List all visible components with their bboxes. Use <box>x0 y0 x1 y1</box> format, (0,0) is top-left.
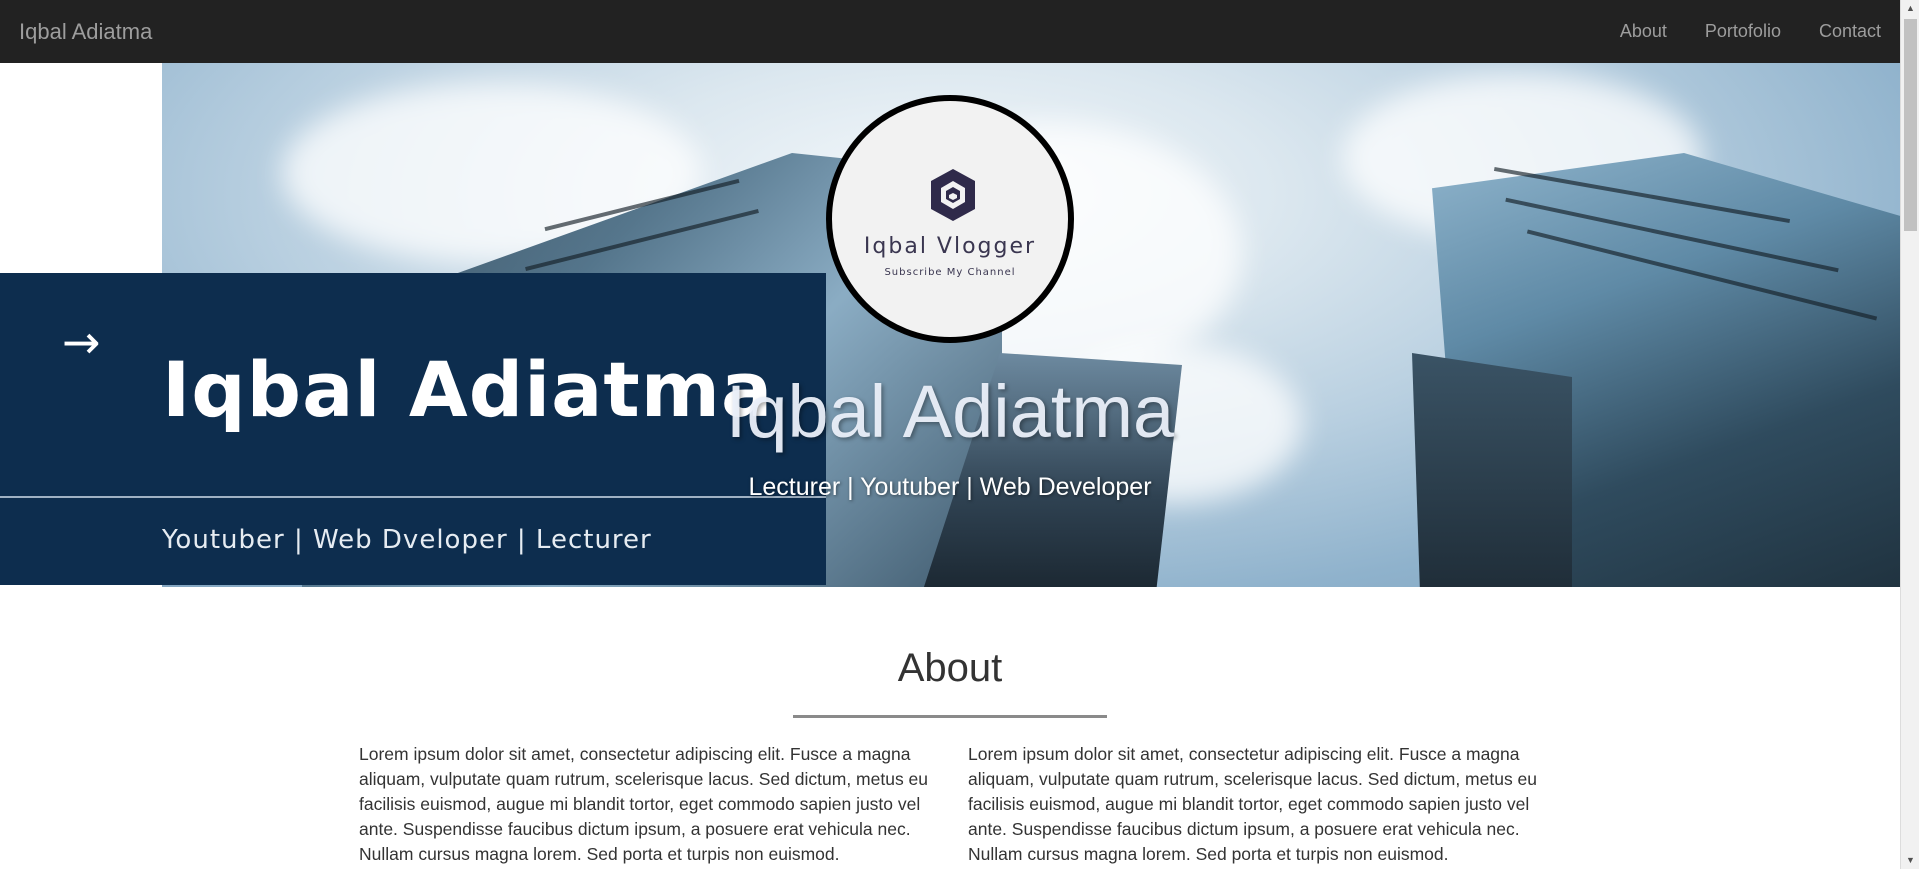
nav-link-portofolio[interactable]: Portofolio <box>1705 21 1781 42</box>
about-text-right: Lorem ipsum dolor sit amet, consectetur … <box>968 744 1538 864</box>
nav-links: About Portofolio Contact <box>1620 21 1881 42</box>
profile-logo: Iqbal Vlogger Subscribe My Channel <box>826 95 1074 343</box>
scroll-down-icon[interactable]: ▼ <box>1901 852 1919 869</box>
about-title: About <box>897 646 1003 690</box>
scroll-up-icon[interactable]: ▲ <box>1901 0 1919 17</box>
hero-name: Iqbal Adiatma <box>725 370 1175 453</box>
brand-link[interactable]: Iqbal Adiatma <box>19 19 152 45</box>
cube-logo-icon <box>931 169 975 221</box>
logo-tagline: Subscribe My Channel <box>884 267 1016 278</box>
page-scrollbar[interactable]: ▲ ▼ <box>1900 0 1919 869</box>
top-navbar: Iqbal Adiatma About Portofolio Contact <box>0 0 1900 63</box>
about-text-left: Lorem ipsum dolor sit amet, consectetur … <box>359 744 929 864</box>
nav-link-contact[interactable]: Contact <box>1819 21 1881 42</box>
about-divider <box>793 715 1107 718</box>
scroll-thumb[interactable] <box>1904 19 1917 231</box>
logo-name: Iqbal Vlogger <box>863 234 1037 259</box>
banner-subtitle: Youtuber | Web Dveloper | Lecturer <box>162 525 652 555</box>
hero-tagline: Lecturer | Youtuber | Web Developer <box>748 473 1152 501</box>
hero-section: → Iqbal Adiatma Youtuber | Web Dveloper … <box>0 63 1900 587</box>
arrow-right-icon: → <box>62 315 101 369</box>
nav-link-about[interactable]: About <box>1620 21 1667 42</box>
